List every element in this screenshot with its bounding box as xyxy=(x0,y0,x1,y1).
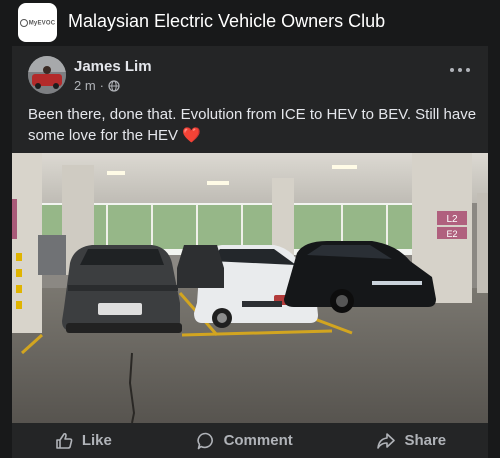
comment-button[interactable]: Comment xyxy=(186,427,303,455)
pillar-sign-e2: E2 xyxy=(446,229,457,239)
like-label: Like xyxy=(81,432,112,449)
meta-separator: · xyxy=(99,78,105,93)
group-logo[interactable]: MyEVOC xyxy=(18,3,57,42)
car-left xyxy=(62,245,182,333)
like-button[interactable]: Like xyxy=(44,427,122,455)
heart-emoji: ❤️ xyxy=(182,127,201,144)
post-meta: 2 m · xyxy=(74,78,120,93)
comment-label: Comment xyxy=(223,432,293,449)
share-button[interactable]: Share xyxy=(366,427,456,455)
post-text-body: Been there, done that. Evolution from IC… xyxy=(28,106,477,144)
group-name[interactable]: Malaysian Electric Vehicle Owners Club xyxy=(68,11,385,32)
thumbs-up-icon xyxy=(56,432,73,449)
globe-icon xyxy=(108,79,120,92)
pillar-sign-l2: L2 xyxy=(446,214,458,225)
avatar-image xyxy=(28,56,66,94)
post-text: Been there, done that. Evolution from IC… xyxy=(28,104,478,146)
comment-icon xyxy=(196,432,213,449)
post-card: James Lim 2 m · Been there, done that. E… xyxy=(12,46,488,458)
share-icon xyxy=(377,432,396,449)
share-label: Share xyxy=(404,432,447,449)
author-name[interactable]: James Lim xyxy=(74,58,152,75)
avatar[interactable] xyxy=(28,56,66,94)
group-logo-text: MyEVOC xyxy=(19,18,56,27)
post-time[interactable]: 2 m xyxy=(74,78,96,93)
more-options-icon[interactable] xyxy=(450,66,470,74)
group-header: MyEVOC Malaysian Electric Vehicle Owners… xyxy=(0,0,500,46)
post-actions: Like Comment Share xyxy=(12,423,488,458)
post-photo[interactable]: L2 E2 xyxy=(12,153,488,423)
